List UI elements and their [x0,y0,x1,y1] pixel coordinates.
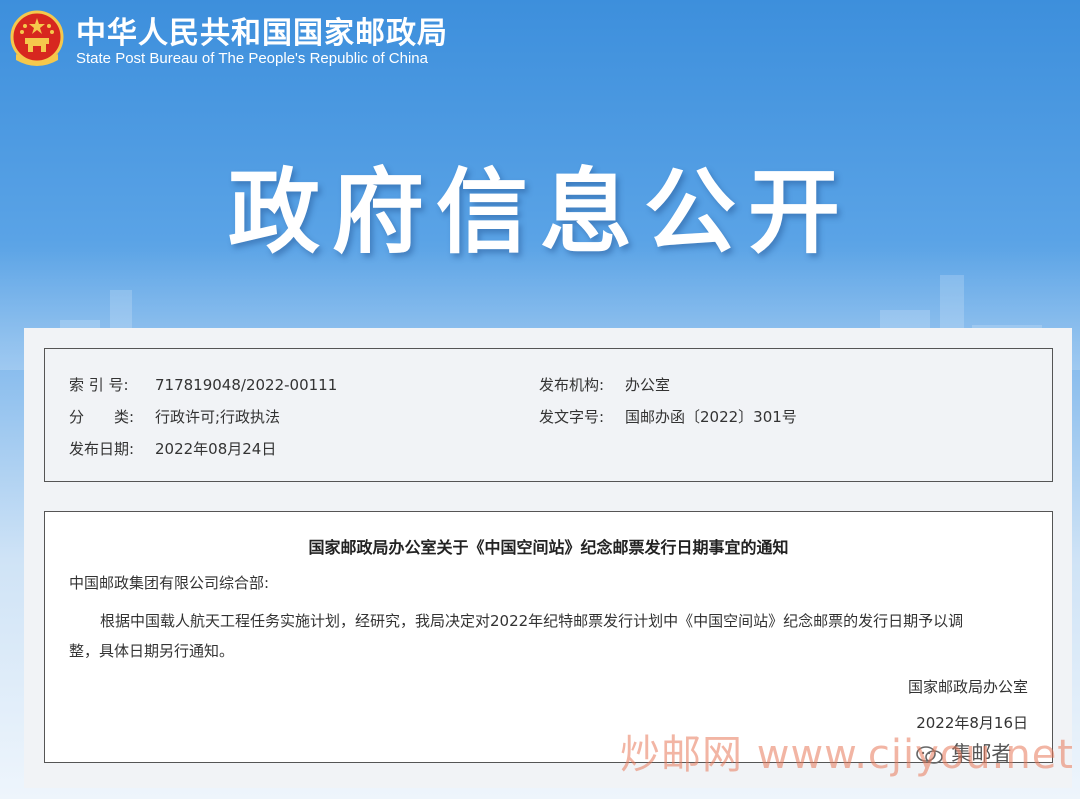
article-addressee: 中国邮政集团有限公司综合部: [69,574,270,592]
meta-docno: 发文字号: 国邮办函〔2022〕301号 [539,406,797,427]
meta-index: 索 引 号: 717819048/2022-00111 [69,374,337,395]
meta-category: 分 类: 行政许可;行政执法 [69,406,280,427]
meta-docno-value: 国邮办函〔2022〕301号 [625,408,797,426]
meta-org: 发布机构: 办公室 [539,374,670,395]
article-body-line2: 整，具体日期另行通知。 [69,642,235,660]
article-title: 国家邮政局办公室关于《中国空间站》纪念邮票发行日期事宜的通知 [308,538,789,557]
meta-index-value: 717819048/2022-00111 [155,376,338,394]
banner-title: 政府信息公开 [227,159,852,266]
site-header: 中华人民共和国国家邮政局 State Post Bureau of The Pe… [0,0,1080,80]
meta-org-value: 办公室 [625,376,671,394]
meta-index-label: 索 引 号: [69,376,129,394]
meta-org-label: 发布机构: [539,376,605,394]
national-emblem-icon[interactable] [10,10,64,68]
meta-category-label: 分 类: [69,408,135,426]
meta-date-label: 发布日期: [69,440,135,458]
site-title-en[interactable]: State Post Bureau of The People's Republ… [76,50,428,67]
document-metadata: 索 引 号: 717819048/2022-00111 分 类: 行政许可;行政执法… [44,348,1053,482]
site-title-cn[interactable]: 中华人民共和国国家邮政局 [76,8,448,52]
article-signature: 国家邮政局办公室 [907,678,1028,696]
meta-category-value: 行政许可;行政执法 [155,408,281,426]
site-watermark: 炒邮网 www.cjiyou.net [620,732,1074,778]
meta-docno-label: 发文字号: [539,408,605,426]
meta-date-value: 2022年08月24日 [155,440,277,458]
article-body-line1: 根据中国载人航天工程任务实施计划，经研究，我局决定对2022年纪特邮票发行计划中… [100,612,964,630]
meta-date: 发布日期: 2022年08月24日 [69,438,276,459]
